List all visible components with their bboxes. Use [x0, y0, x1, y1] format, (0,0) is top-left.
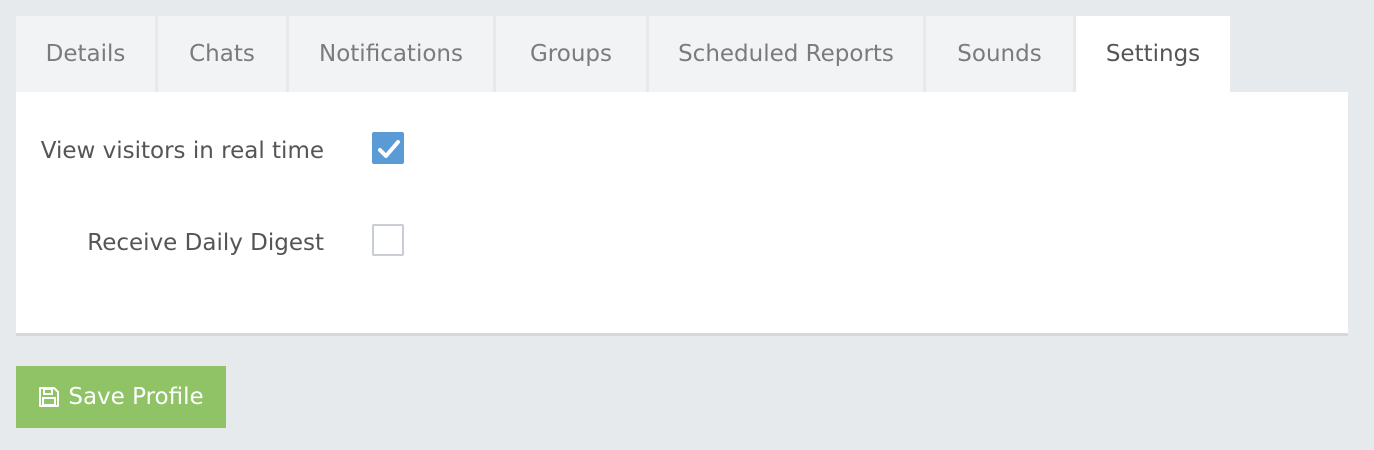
daily-digest-label: Receive Daily Digest — [87, 230, 324, 256]
tab-sounds[interactable]: Sounds — [926, 16, 1073, 92]
save-profile-button[interactable]: Save Profile — [16, 366, 226, 428]
realtime-visitors-checkbox[interactable] — [372, 132, 404, 164]
tab-notifications[interactable]: Notifications — [289, 16, 493, 92]
tab-chats[interactable]: Chats — [158, 16, 286, 92]
tab-details[interactable]: Details — [16, 16, 155, 92]
daily-digest-checkbox[interactable] — [372, 224, 404, 256]
realtime-visitors-label: View visitors in real time — [40, 138, 324, 164]
save-profile-label: Save Profile — [68, 384, 204, 410]
tab-settings[interactable]: Settings — [1076, 16, 1230, 92]
tab-scheduled-reports[interactable]: Scheduled Reports — [649, 16, 923, 92]
floppy-disk-icon — [38, 386, 60, 408]
tab-groups[interactable]: Groups — [496, 16, 646, 92]
checkmark-icon — [378, 140, 400, 158]
settings-panel: View visitors in real time Receive Daily… — [16, 92, 1348, 336]
tab-bar: Details Chats Notifications Groups Sched… — [16, 16, 1233, 92]
